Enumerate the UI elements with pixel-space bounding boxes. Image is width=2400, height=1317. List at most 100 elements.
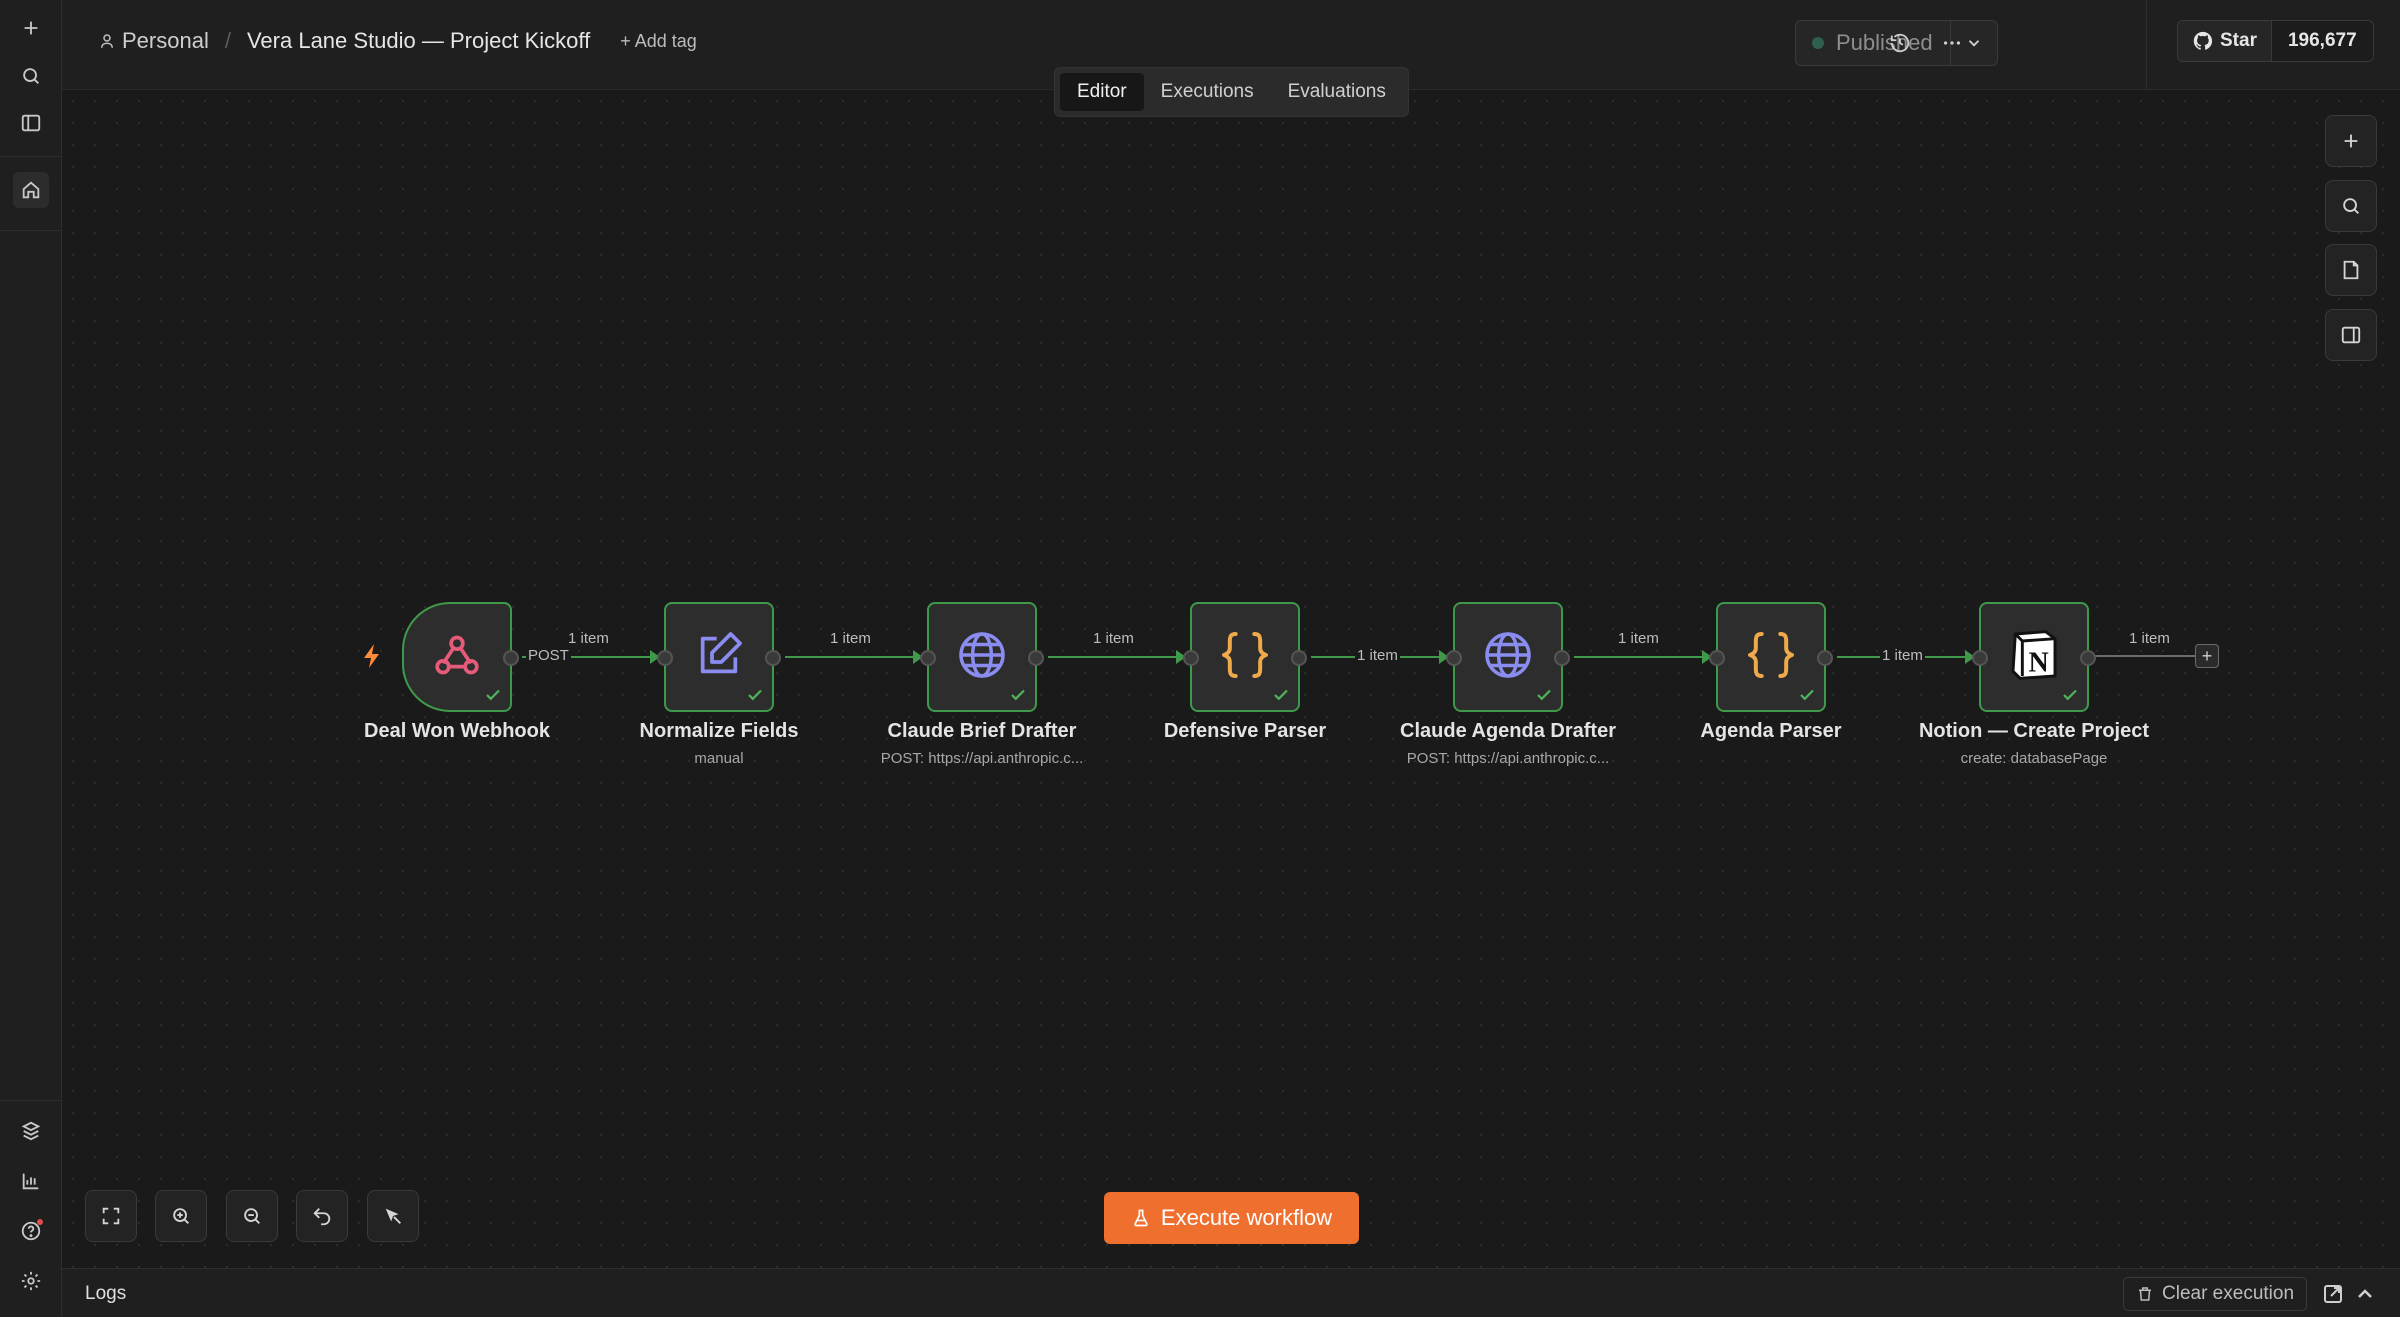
edge-item-count: 1 item xyxy=(1355,647,1400,664)
magic-wand-icon xyxy=(385,1208,401,1224)
edge-connection[interactable] xyxy=(1048,650,1186,664)
globe-icon xyxy=(1480,627,1536,688)
zoom-out-icon xyxy=(244,1208,260,1224)
tab-editor[interactable]: Editor xyxy=(1060,73,1144,111)
node-subtitle: manual xyxy=(694,750,744,767)
node-label: Normalize Fields xyxy=(639,720,799,742)
home-icon[interactable] xyxy=(13,172,49,208)
pop-out-icon[interactable] xyxy=(2321,1282,2345,1306)
zoom-in-button[interactable] xyxy=(155,1190,207,1242)
notification-dot xyxy=(37,1219,43,1225)
add-next-node-button[interactable]: + xyxy=(2195,644,2219,668)
input-port[interactable] xyxy=(1183,650,1199,666)
node-label: Claude Agenda Drafter xyxy=(1400,720,1616,742)
check-icon xyxy=(1274,689,1288,701)
edge-connection[interactable] xyxy=(1574,650,1712,664)
tidy-up-button[interactable] xyxy=(367,1190,419,1242)
node-normalize-fields[interactable] xyxy=(657,602,781,712)
status-dot xyxy=(1812,37,1824,49)
tab-evaluations[interactable]: Evaluations xyxy=(1271,73,1403,111)
plus-icon xyxy=(2344,134,2358,148)
insights-icon[interactable] xyxy=(13,1163,49,1199)
execute-workflow-button[interactable]: Execute workflow xyxy=(1104,1192,1359,1244)
edge-item-count: 1 item xyxy=(568,630,609,647)
fullscreen-icon xyxy=(102,1207,120,1225)
clear-execution-label: Clear execution xyxy=(2162,1283,2295,1304)
edge-end xyxy=(2092,655,2202,657)
help-icon[interactable] xyxy=(13,1213,49,1249)
breadcrumb-owner[interactable]: Personal xyxy=(122,28,209,54)
node-defensive-parser[interactable] xyxy=(1183,602,1307,712)
output-port[interactable] xyxy=(765,650,781,666)
search-nodes-button[interactable] xyxy=(2325,180,2377,232)
zoom-out-button[interactable] xyxy=(226,1190,278,1242)
fit-view-button[interactable] xyxy=(85,1190,137,1242)
check-icon xyxy=(1537,689,1551,701)
output-port[interactable] xyxy=(1291,650,1307,666)
templates-icon[interactable] xyxy=(13,1113,49,1149)
zoom-in-icon xyxy=(173,1208,189,1224)
flask-icon xyxy=(1134,1209,1148,1227)
output-port[interactable] xyxy=(1028,650,1044,666)
edge-connection[interactable] xyxy=(785,650,923,664)
node-label: Notion — Create Project xyxy=(1918,720,2150,742)
edge-item-count: 1 item xyxy=(830,630,871,647)
add-icon[interactable] xyxy=(13,10,49,46)
workflow-name[interactable]: Vera Lane Studio — Project Kickoff xyxy=(247,28,590,54)
output-port[interactable] xyxy=(2080,650,2096,666)
code-icon xyxy=(1217,627,1273,688)
github-star-count: 196,677 xyxy=(2271,21,2373,61)
check-icon xyxy=(486,689,500,701)
add-node-button[interactable] xyxy=(2325,115,2377,167)
input-port[interactable] xyxy=(657,650,673,666)
settings-icon[interactable] xyxy=(13,1263,49,1299)
github-star-label: Star xyxy=(2220,30,2257,51)
edge-item-count: 1 item xyxy=(1880,647,1925,664)
view-tabs: Editor Executions Evaluations xyxy=(1054,67,1409,117)
trash-icon xyxy=(2139,1287,2151,1301)
check-icon xyxy=(1800,689,1814,701)
more-options-icon[interactable] xyxy=(1936,27,1968,59)
clear-execution-button[interactable]: Clear execution xyxy=(2123,1277,2308,1311)
github-star-button[interactable]: Star 196,677 xyxy=(2177,20,2374,62)
trigger-bolt-icon xyxy=(364,644,379,668)
person-icon xyxy=(101,34,113,48)
history-icon[interactable] xyxy=(1884,27,1916,59)
edit-icon xyxy=(691,627,747,688)
edge-item-count: 1 item xyxy=(1618,630,1659,647)
check-icon xyxy=(2063,689,2077,701)
node-label: Claude Brief Drafter xyxy=(887,720,1077,742)
logs-panel[interactable]: Logs Clear execution xyxy=(62,1268,2400,1317)
panel-icon xyxy=(2341,326,2361,344)
node-subtitle: POST: https://api.anthropic.c... xyxy=(1406,750,1610,767)
sidebar-toggle-icon[interactable] xyxy=(13,105,49,141)
add-tag-button[interactable]: + Add tag xyxy=(620,31,697,52)
chevron-up-icon[interactable] xyxy=(2353,1282,2377,1306)
input-port[interactable] xyxy=(1446,650,1462,666)
published-button[interactable]: Published xyxy=(1796,21,1951,65)
output-port[interactable] xyxy=(1817,650,1833,666)
left-sidebar xyxy=(0,0,62,1317)
output-port[interactable] xyxy=(503,650,519,666)
output-port[interactable] xyxy=(1554,650,1570,666)
tab-executions[interactable]: Executions xyxy=(1144,73,1271,111)
sticky-note-icon xyxy=(2343,260,2359,280)
node-notion-create-project[interactable]: N xyxy=(1972,602,2096,712)
toggle-panel-button[interactable] xyxy=(2325,309,2377,361)
github-icon xyxy=(2193,31,2213,50)
logs-title[interactable]: Logs xyxy=(85,1283,126,1305)
notion-icon: N xyxy=(2006,627,2062,688)
sticky-note-button[interactable] xyxy=(2325,244,2377,296)
node-agenda-parser[interactable] xyxy=(1709,602,1833,712)
search-icon[interactable] xyxy=(13,58,49,94)
breadcrumb-separator: / xyxy=(224,28,231,53)
search-icon xyxy=(2343,198,2359,214)
input-port[interactable] xyxy=(920,650,936,666)
input-port[interactable] xyxy=(1972,650,1988,666)
node-deal-won-webhook[interactable] xyxy=(402,602,519,712)
input-port[interactable] xyxy=(1709,650,1725,666)
undo-button[interactable] xyxy=(296,1190,348,1242)
execute-workflow-label: Execute workflow xyxy=(1160,1205,1333,1230)
node-claude-brief-drafter[interactable] xyxy=(920,602,1044,712)
node-claude-agenda-drafter[interactable] xyxy=(1446,602,1570,712)
